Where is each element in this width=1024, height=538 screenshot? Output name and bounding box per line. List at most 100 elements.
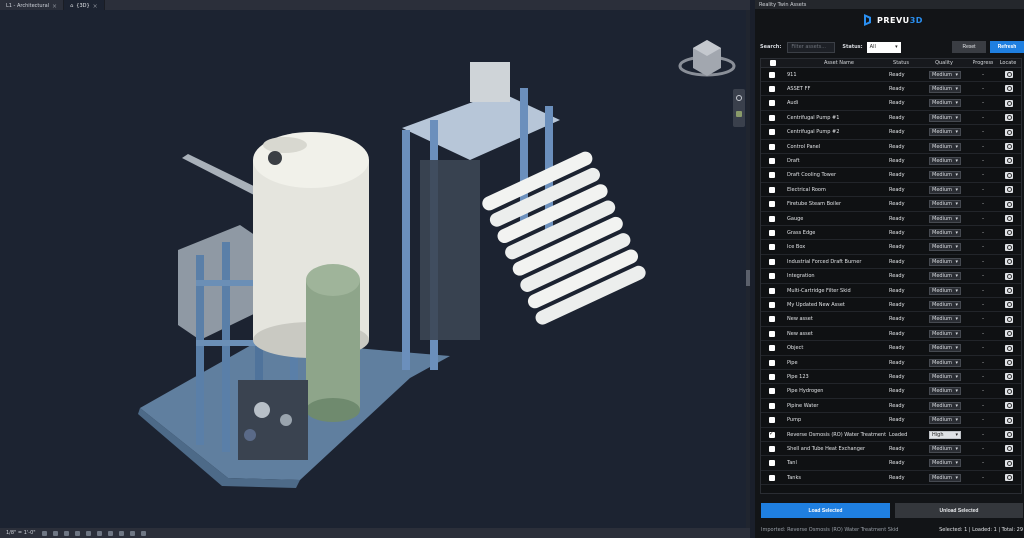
col-locate[interactable]: Locate: [999, 59, 1017, 67]
row-checkbox[interactable]: [769, 172, 775, 179]
locate-icon[interactable]: [1005, 402, 1013, 410]
quality-select[interactable]: Medium ▾: [929, 99, 961, 108]
navigation-bar[interactable]: [733, 89, 745, 127]
locate-icon[interactable]: [1005, 143, 1013, 150]
table-row[interactable]: Grass Edge Ready Medium ▾ -: [761, 226, 1021, 241]
search-input[interactable]: [787, 41, 836, 53]
reveal-hidden-icon[interactable]: [140, 530, 146, 536]
row-checkbox[interactable]: [769, 373, 775, 380]
quality-select[interactable]: Medium ▾: [929, 171, 961, 180]
quality-select[interactable]: Medium ▾: [929, 444, 961, 453]
locate-icon[interactable]: [1005, 272, 1013, 280]
quality-select[interactable]: Medium ▾: [929, 84, 961, 93]
table-row[interactable]: New asset Ready Medium ▾ -: [761, 313, 1021, 327]
table-row[interactable]: Centrifugal Pump #2 Ready Medium ▾ -: [761, 126, 1021, 140]
locate-icon[interactable]: [1005, 387, 1013, 395]
row-checkbox[interactable]: [769, 85, 775, 92]
hide-isolate-icon[interactable]: [129, 530, 135, 536]
row-checkbox[interactable]: [769, 316, 775, 323]
table-row[interactable]: Gauge Ready Medium ▾ -: [761, 212, 1021, 226]
view-cube[interactable]: [678, 40, 736, 77]
table-row[interactable]: Tanks Ready Medium ▾ -: [761, 471, 1021, 486]
row-checkbox[interactable]: [769, 215, 775, 222]
quality-select[interactable]: Medium ▾: [929, 185, 961, 194]
quality-select[interactable]: Medium ▾: [929, 200, 961, 209]
locate-icon[interactable]: [1005, 315, 1013, 323]
zoom-icon[interactable]: [736, 111, 742, 117]
quality-select[interactable]: Medium ▾: [929, 156, 961, 165]
locate-icon[interactable]: [1005, 114, 1013, 122]
quality-select[interactable]: Medium ▾: [929, 142, 961, 151]
table-row[interactable]: Pipine Water Ready Medium ▾ -: [761, 399, 1021, 414]
status-filter-select[interactable]: All ▾: [866, 41, 901, 53]
locate-icon[interactable]: [1005, 431, 1013, 438]
table-row[interactable]: Firetube Steam Boiler Ready Medium ▾ -: [761, 198, 1021, 212]
col-asset-name[interactable]: Asset Name: [787, 59, 891, 67]
locate-icon[interactable]: [1005, 171, 1013, 179]
close-icon[interactable]: ×: [93, 3, 98, 10]
table-row[interactable]: Control Panel Ready Medium ▾ -: [761, 140, 1021, 154]
quality-select[interactable]: Medium ▾: [929, 459, 961, 468]
quality-select[interactable]: Medium ▾: [929, 401, 961, 410]
locate-icon[interactable]: [1005, 99, 1013, 107]
load-selected-button[interactable]: Load Selected: [761, 503, 890, 518]
row-checkbox[interactable]: [769, 114, 775, 121]
col-quality[interactable]: Quality: [927, 59, 961, 67]
select-all-checkbox[interactable]: [770, 60, 776, 66]
locate-icon[interactable]: [1005, 258, 1013, 266]
locate-icon[interactable]: [1005, 85, 1013, 93]
quality-select[interactable]: Medium ▾: [929, 315, 961, 324]
row-checkbox[interactable]: [769, 157, 775, 164]
locate-icon[interactable]: [1005, 445, 1013, 453]
row-checkbox[interactable]: [769, 273, 775, 280]
row-checkbox[interactable]: [769, 143, 775, 150]
reset-button[interactable]: Reset: [952, 41, 986, 53]
quality-select[interactable]: Medium ▾: [929, 113, 961, 122]
3d-model-view[interactable]: [0, 10, 750, 528]
tab-l1-architectural[interactable]: L1 - Architectural ×: [0, 0, 65, 10]
row-checkbox[interactable]: [769, 301, 775, 308]
quality-select[interactable]: Medium ▾: [929, 372, 961, 381]
table-row[interactable]: Shell and Tube Heat Exchanger Ready Medium…: [761, 442, 1021, 457]
table-row[interactable]: ASSET FF Ready Medium ▾ -: [761, 82, 1021, 97]
row-checkbox[interactable]: [769, 460, 775, 467]
table-row[interactable]: Pipe Ready Medium ▾ -: [761, 356, 1021, 370]
quality-select[interactable]: Medium ▾: [929, 228, 961, 237]
table-row[interactable]: Object Ready Medium ▾ -: [761, 342, 1021, 356]
row-checkbox[interactable]: [769, 229, 775, 236]
quality-select[interactable]: High ▾: [929, 430, 961, 439]
locate-icon[interactable]: [1005, 359, 1013, 366]
table-row[interactable]: Centrifugal Pump #1 Ready Medium ▾ -: [761, 111, 1021, 126]
table-row[interactable]: Electrical Room Ready Medium ▾ -: [761, 183, 1021, 198]
row-checkbox[interactable]: [769, 129, 775, 136]
row-checkbox[interactable]: [769, 244, 775, 251]
row-checkbox[interactable]: [769, 100, 775, 107]
table-row[interactable]: Draft Ready Medium ▾ -: [761, 154, 1021, 169]
table-row[interactable]: Pipe 123 Ready Medium ▾ -: [761, 370, 1021, 385]
row-checkbox[interactable]: [769, 201, 775, 208]
locate-icon[interactable]: [1005, 330, 1013, 338]
table-row[interactable]: Audi Ready Medium ▾ -: [761, 97, 1021, 111]
quality-select[interactable]: Medium ▾: [929, 300, 961, 309]
refresh-button[interactable]: Refresh: [990, 41, 1024, 53]
quality-select[interactable]: Medium ▾: [929, 286, 961, 295]
detail-level-icon[interactable]: [41, 530, 47, 536]
table-row[interactable]: Draft Cooling Tower Ready Medium ▾ -: [761, 169, 1021, 183]
revit-viewport[interactable]: L1 - Architectural × ⌂ {3D} × 1/8" = 1'-…: [0, 0, 750, 538]
locate-icon[interactable]: [1005, 215, 1013, 222]
table-row[interactable]: Pump Ready Medium ▾ -: [761, 414, 1021, 428]
row-checkbox[interactable]: [769, 402, 775, 409]
locate-icon[interactable]: [1005, 301, 1013, 309]
quality-select[interactable]: Medium ▾: [929, 243, 961, 252]
locate-icon[interactable]: [1005, 128, 1013, 136]
table-row[interactable]: 911 Ready Medium ▾ -: [761, 68, 1021, 82]
table-row[interactable]: Multi-Cartridge Filter Skid Ready Medium ▾ -: [761, 284, 1021, 298]
locate-icon[interactable]: [1005, 459, 1013, 467]
table-row[interactable]: My Updated New Asset Ready Medium ▾ -: [761, 298, 1021, 313]
row-checkbox[interactable]: [769, 287, 775, 294]
row-checkbox[interactable]: [769, 388, 775, 395]
close-icon[interactable]: ×: [52, 3, 57, 10]
table-row[interactable]: New asset Ready Medium ▾ -: [761, 327, 1021, 342]
show-crop-icon[interactable]: [107, 530, 113, 536]
row-checkbox[interactable]: [769, 430, 775, 438]
